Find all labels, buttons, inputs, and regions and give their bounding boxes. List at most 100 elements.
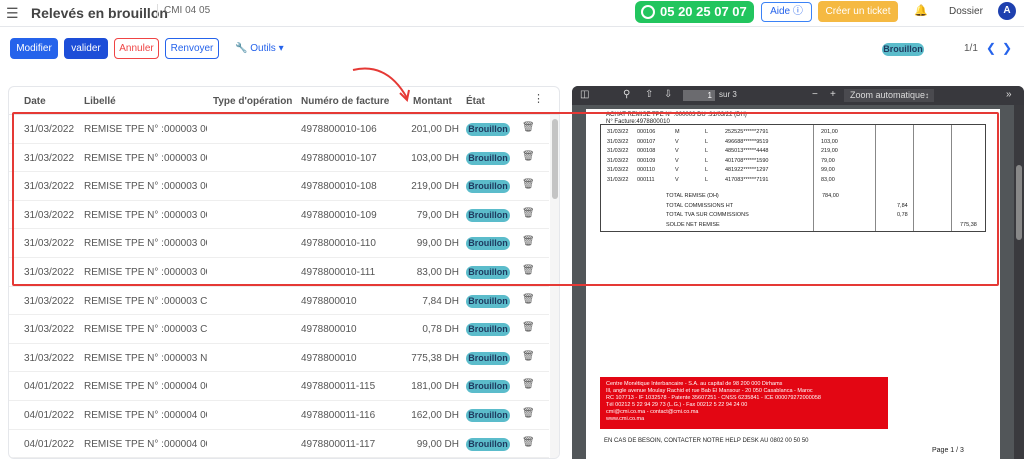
- table-row[interactable]: 31/03/2022 REMISE TPE N° :000003 0001... 4…: [9, 144, 549, 173]
- cell-label: REMISE TPE N° :000003 0001...: [84, 152, 207, 164]
- trash-icon[interactable]: 🗑: [522, 351, 535, 362]
- table-row[interactable]: 31/03/2022 REMISE TPE N° :000003 000111 49…: [9, 258, 549, 287]
- arrow-down-icon[interactable]: ⇩: [664, 89, 672, 100]
- trash-icon[interactable]: 🗑: [522, 294, 535, 305]
- cell-label: REMISE TPE N° :000003 0001...: [84, 181, 207, 193]
- table-row[interactable]: 31/03/2022 REMISE TPE N° :000003 COM... 49…: [9, 287, 549, 316]
- status-badge: Brouillon: [466, 151, 510, 165]
- table-row[interactable]: 04/01/2022 REMISE TPE N° :000004 000115 49…: [9, 372, 549, 401]
- document-cell-flag: L: [705, 157, 709, 164]
- column-operation-type[interactable]: Type d'opération: [213, 96, 292, 107]
- document-cell-card: 481922******1297: [725, 167, 769, 173]
- document-row: 31/03/22 000108 V L 485013******4448 219,00: [601, 147, 987, 157]
- trash-icon[interactable]: 🗑: [522, 322, 535, 333]
- table-row[interactable]: 04/01/2022 REMISE TPE N° :000004 000116 49…: [9, 401, 549, 430]
- column-status[interactable]: État: [466, 96, 485, 107]
- cell-amount: 775,38 DH: [411, 352, 459, 364]
- trash-icon[interactable]: 🗑: [522, 122, 535, 133]
- sidebar-toggle-icon[interactable]: ◫: [580, 89, 589, 100]
- page-total: sur 3: [719, 90, 737, 99]
- net-balance-value: 775,38: [960, 222, 977, 228]
- pdf-scrollbar-thumb[interactable]: [1016, 165, 1022, 240]
- trash-icon[interactable]: 🗑: [522, 265, 535, 276]
- cell-date: 31/03/2022: [24, 324, 75, 336]
- document-row: 31/03/22 000109 V L 401708******1590 79,00: [601, 157, 987, 167]
- folder-link[interactable]: Dossier: [949, 6, 983, 17]
- validate-button[interactable]: valider: [64, 38, 108, 59]
- page-number-input[interactable]: 1: [683, 90, 715, 101]
- document-cell-amount: 79,00: [821, 157, 835, 164]
- status-badge: Brouillon: [466, 294, 510, 308]
- document-cell-date: 31/03/22: [607, 176, 629, 183]
- zoom-value: Zoom automatique: [850, 90, 926, 100]
- table-scrollbar[interactable]: [550, 115, 559, 458]
- zoom-in-icon[interactable]: +: [830, 89, 836, 100]
- breadcrumb: CMI 04 05: [157, 4, 210, 18]
- trash-icon[interactable]: 🗑: [522, 379, 535, 390]
- cancel-button[interactable]: Annuler: [114, 38, 159, 59]
- resend-button[interactable]: Renvoyer: [165, 38, 219, 59]
- table-row[interactable]: 31/03/2022 REMISE TPE N° :000003 0001... 4…: [9, 201, 549, 230]
- status-badge: Brouillon: [466, 437, 510, 451]
- document-cell-date: 31/03/22: [607, 167, 629, 173]
- document-cell-type: V: [675, 167, 679, 173]
- select-arrows-icon: ↕: [925, 91, 929, 100]
- bell-icon[interactable]: 🔔: [914, 4, 928, 17]
- cell-amount: 0,78 DH: [422, 324, 459, 336]
- table-row[interactable]: 31/03/2022 REMISE TPE N° :000003 0001... 4…: [9, 172, 549, 201]
- tools-dropdown[interactable]: 🔧 Outils ▾: [235, 43, 284, 54]
- table-row[interactable]: 04/01/2022 REMISE TPE N° :000004 000117 49…: [9, 430, 549, 458]
- avatar[interactable]: A: [998, 2, 1016, 20]
- modify-button[interactable]: Modifier: [10, 38, 58, 59]
- zoom-select[interactable]: Zoom automatique ↕: [844, 89, 934, 102]
- search-icon[interactable]: ⚲: [623, 89, 630, 100]
- create-ticket-button[interactable]: Créer un ticket: [818, 1, 898, 22]
- cell-label: REMISE TPE N° :000003 COM...: [84, 295, 207, 307]
- chevron-left-icon[interactable]: ❮: [986, 41, 996, 55]
- trash-icon[interactable]: 🗑: [522, 151, 535, 162]
- menu-icon[interactable]: ☰: [6, 5, 19, 21]
- top-bar: ☰ Relevés en brouillon CMI 04 05 05 20 2…: [0, 0, 1024, 27]
- zoom-out-icon[interactable]: −: [812, 89, 818, 100]
- column-date[interactable]: Date: [24, 96, 46, 107]
- pdf-scrollbar[interactable]: [1014, 105, 1024, 459]
- column-invoice-number[interactable]: Numéro de facture: [301, 96, 389, 107]
- trash-icon[interactable]: 🗑: [522, 408, 535, 419]
- table-body: 31/03/2022 REMISE TPE N° :000003 0001... 4…: [9, 115, 549, 458]
- trash-icon[interactable]: 🗑: [522, 437, 535, 448]
- kebab-menu-icon[interactable]: ⋮: [533, 92, 544, 105]
- document-cell-flag: L: [705, 148, 709, 154]
- pdf-page: ACHAT REMISE TPE N° :000003 DU :31/03/22…: [586, 109, 1000, 459]
- document-cell-flag: L: [705, 176, 709, 183]
- table-row[interactable]: 31/03/2022 REMISE TPE N° :000003 COM... 49…: [9, 315, 549, 344]
- footer-line: Ill, angle avenue Moulay Rachid et rue B…: [606, 388, 813, 394]
- trash-icon[interactable]: 🗑: [522, 236, 535, 247]
- column-amount[interactable]: Montant: [413, 96, 452, 107]
- phone-button[interactable]: 05 20 25 07 07: [635, 1, 754, 23]
- cell-amount: 181,00 DH: [411, 381, 459, 393]
- document-row: 31/03/22 000106 M L 252525******2791 201,00: [601, 128, 987, 138]
- table-row[interactable]: 31/03/2022 REMISE TPE N° :000003 000110 49…: [9, 229, 549, 258]
- status-badge: Brouillon: [466, 351, 510, 365]
- arrow-up-icon[interactable]: ⇧: [645, 89, 653, 100]
- status-badge: Brouillon: [466, 408, 510, 422]
- chevron-right-icon[interactable]: ❯: [1002, 41, 1012, 55]
- cell-label: REMISE TPE N° :000003 COM...: [84, 324, 207, 336]
- cell-amount: 99,00 DH: [416, 438, 459, 450]
- cell-amount: 201,00 DH: [411, 124, 459, 135]
- total-tva-value: 0,78: [897, 212, 908, 218]
- document-row: 31/03/22 000107 V L 496688******9519 103,00: [601, 138, 987, 148]
- cell-invoice: 4978800010-108: [301, 181, 377, 193]
- cell-date: 31/03/2022: [24, 352, 75, 364]
- column-label[interactable]: Libellé: [84, 96, 116, 107]
- trash-icon[interactable]: 🗑: [522, 208, 535, 219]
- cell-date: 31/03/2022: [24, 238, 75, 250]
- trash-icon[interactable]: 🗑: [522, 179, 535, 190]
- pdf-toolbar: ◫ ⚲ ⇧ ⇩ 1 sur 3 − + Zoom automatique ↕ »: [572, 86, 1024, 105]
- pager-count: 1/1: [964, 43, 978, 54]
- scrollbar-thumb[interactable]: [552, 119, 558, 199]
- help-button[interactable]: Aide ⓘ: [761, 2, 812, 22]
- table-row[interactable]: 31/03/2022 REMISE TPE N° :000003 0001... 4…: [9, 115, 549, 144]
- table-row[interactable]: 31/03/2022 REMISE TPE N° :000003 NET R...…: [9, 344, 549, 373]
- more-tools-icon[interactable]: »: [1006, 89, 1012, 100]
